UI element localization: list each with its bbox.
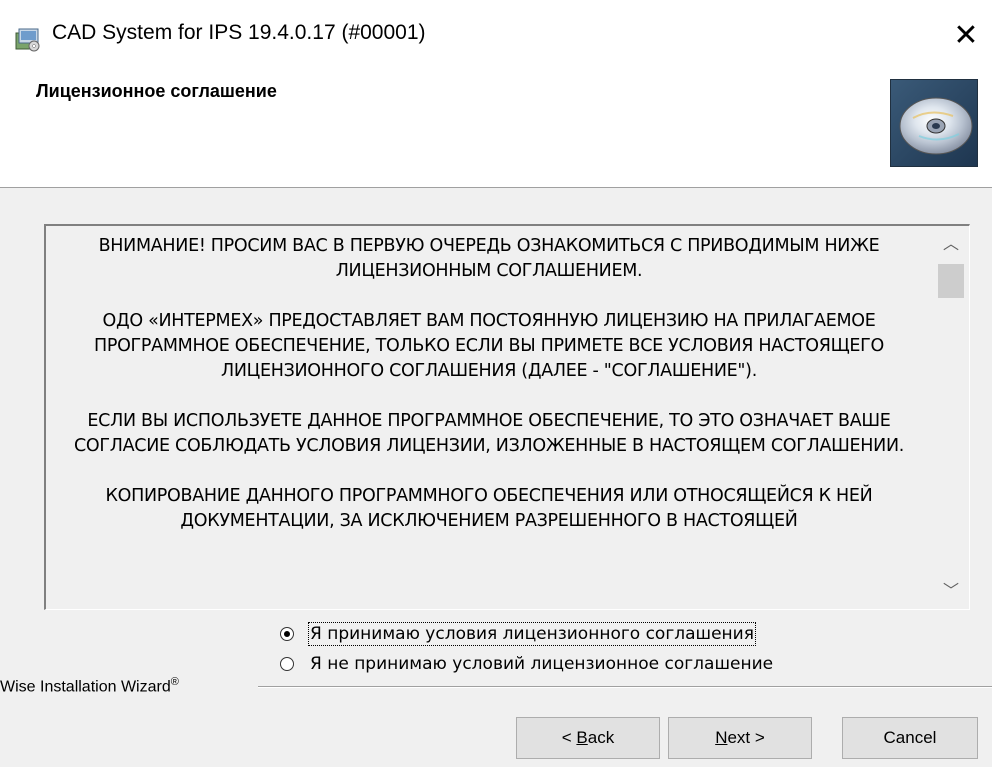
cd-disc-icon <box>890 79 978 167</box>
window-title: CAD System for IPS 19.4.0.17 (#00001) <box>52 21 426 44</box>
title-bar: CAD System for IPS 19.4.0.17 (#00001) ✕ <box>0 0 992 75</box>
branding-label: Wise Installation Wizard <box>0 678 171 696</box>
chevron-down-icon: ﹀ <box>942 581 959 600</box>
scroll-up-button[interactable]: ︿ <box>933 226 969 262</box>
license-text-box[interactable]: ВНИМАНИЕ! ПРОСИМ ВАС В ПЕРВУЮ ОЧЕРЕДЬ ОЗ… <box>44 224 970 610</box>
wizard-header: Лицензионное соглашение <box>0 75 992 188</box>
back-label: ack <box>587 728 615 747</box>
decline-radio-option[interactable]: Я не принимаю условий лицензионное согла… <box>280 652 773 676</box>
back-accelerator: B <box>576 728 588 747</box>
decline-radio[interactable] <box>280 657 294 671</box>
radio-selected-dot <box>284 631 290 637</box>
decline-radio-label[interactable]: Я не принимаю условий лицензионное согла… <box>310 654 773 674</box>
back-prefix: < <box>561 728 577 747</box>
accept-radio-label[interactable]: Я принимаю условия лицензионного соглаше… <box>308 622 756 646</box>
cancel-button[interactable]: Cancel <box>842 717 978 759</box>
scroll-thumb[interactable] <box>938 264 964 298</box>
license-paragraph: ВНИМАНИЕ! ПРОСИМ ВАС В ПЕРВУЮ ОЧЕРЕДЬ ОЗ… <box>98 236 880 281</box>
cancel-label: Cancel <box>883 728 937 747</box>
accept-radio-option[interactable]: Я принимаю условия лицензионного соглаше… <box>280 622 756 646</box>
registered-mark: ® <box>170 676 179 688</box>
close-icon: ✕ <box>953 18 979 53</box>
chevron-up-icon: ︿ <box>942 234 959 253</box>
vertical-scrollbar[interactable]: ︿ ﹀ <box>933 226 969 609</box>
license-paragraph: КОПИРОВАНИЕ ДАННОГО ПРОГРАММНОГО ОБЕСПЕЧ… <box>105 486 873 531</box>
branding-line: Wise Installation Wizard® <box>0 676 992 697</box>
back-button[interactable]: < Back <box>516 717 660 759</box>
next-label: ext > <box>727 728 765 747</box>
license-paragraph: ЕСЛИ ВЫ ИСПОЛЬЗУЕТЕ ДАННОЕ ПРОГРАММНОЕ О… <box>74 411 904 456</box>
next-button[interactable]: Next > <box>668 717 812 759</box>
branding-text: Wise Installation Wizard® <box>0 676 183 697</box>
close-button[interactable]: ✕ <box>944 14 988 58</box>
license-paragraph: ОДО «ИНТЕРМЕХ» ПРЕДОСТАВЛЯЕТ ВАМ ПОСТОЯН… <box>93 311 885 381</box>
license-text: ВНИМАНИЕ! ПРОСИМ ВАС В ПЕРВУЮ ОЧЕРЕДЬ ОЗ… <box>50 234 928 559</box>
installer-app-icon <box>15 28 40 52</box>
accept-radio[interactable] <box>280 627 294 641</box>
separator <box>258 686 992 688</box>
installer-window: CAD System for IPS 19.4.0.17 (#00001) ✕ … <box>0 0 992 767</box>
scroll-down-button[interactable]: ﹀ <box>933 573 969 609</box>
next-accelerator: N <box>715 728 728 747</box>
page-title: Лицензионное соглашение <box>36 81 277 101</box>
